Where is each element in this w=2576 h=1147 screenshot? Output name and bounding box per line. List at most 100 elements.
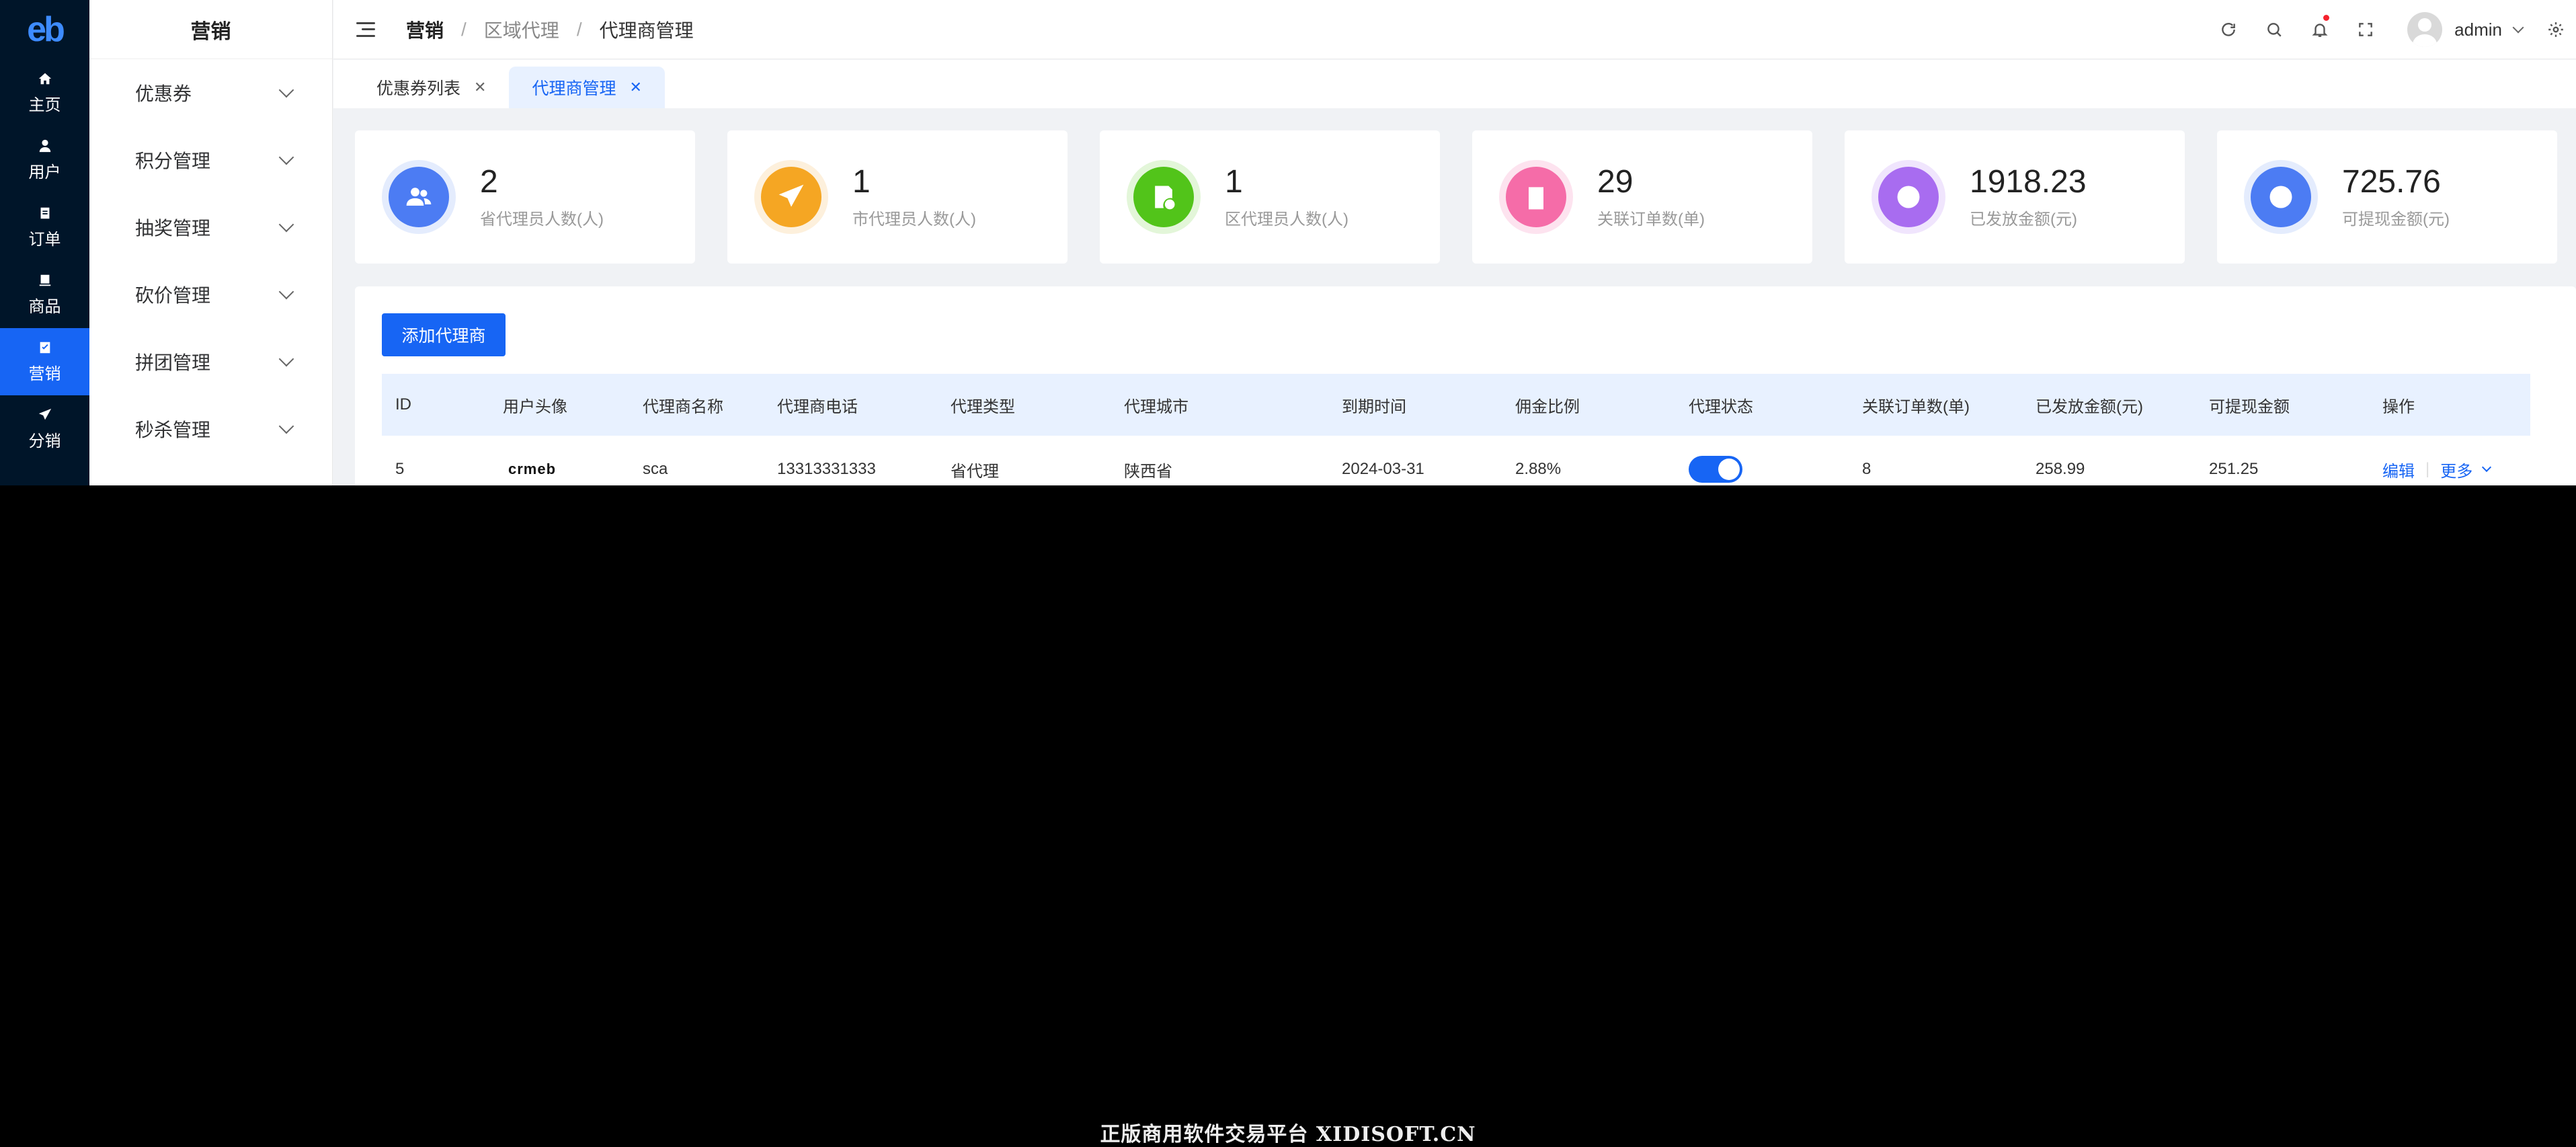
breadcrumb-item[interactable]: 区域代理: [484, 16, 559, 43]
cell-status: [1689, 436, 1742, 485]
rail-item-marketing[interactable]: 营销: [0, 328, 89, 395]
chevron-down-icon: [278, 418, 294, 434]
rail-item-goods[interactable]: 商品: [0, 261, 89, 328]
cell-agent-city: 陕西省: [1124, 462, 1172, 481]
stat-label: 可提现金额(元): [2342, 210, 2450, 229]
settings-gear-icon[interactable]: [2542, 0, 2569, 59]
tab-agent-management[interactable]: 代理商管理 ✕: [509, 67, 665, 108]
stat-value: 1918.23: [1970, 164, 2087, 200]
agent-status-toggle[interactable]: [1689, 456, 1742, 483]
users-icon: [389, 167, 449, 227]
submenu-item-label: 秒杀管理: [135, 420, 211, 440]
chevron-down-icon: [278, 216, 294, 233]
column-header: 关联订单数(单): [1862, 397, 1970, 416]
rail-item-order[interactable]: 订单: [0, 194, 89, 261]
stat-label: 市代理员人数(人): [852, 210, 976, 229]
submenu-item-bargain[interactable]: 砍价管理: [89, 261, 332, 328]
marketing-submenu: 营销 优惠券 积分管理 抽奖管理 砍价管理 拼团管理 秒杀管理: [89, 0, 333, 485]
rail-item-label: 营销: [28, 364, 61, 383]
avatar[interactable]: [2407, 12, 2443, 47]
yuan-coin-icon: [1878, 167, 1939, 227]
stat-card-city-agents: 1 市代理员人数(人): [727, 130, 1068, 264]
cell-agent-phone: 13313331333: [777, 460, 876, 478]
submenu-item-label: 积分管理: [135, 151, 211, 171]
more-dropdown[interactable]: 更多: [2440, 458, 2492, 481]
stat-label: 已发放金额(元): [1970, 210, 2077, 229]
watermark-text: 正版商用软件交易平台 XIDISOFT.CN: [1100, 1123, 1476, 1146]
breadcrumb-separator: /: [461, 18, 467, 40]
document-add-icon: [1133, 167, 1194, 227]
table-row: 5 crmeb sca 13313331333 省代理 陕西省 2024-03-…: [382, 436, 2530, 485]
search-icon[interactable]: [2251, 0, 2297, 59]
rail-item-label: 商品: [28, 297, 61, 316]
column-header: 代理状态: [1689, 397, 1753, 416]
user-icon: [38, 139, 52, 153]
column-header: 佣金比例: [1515, 397, 1580, 416]
stat-value: 2: [480, 164, 498, 200]
column-header: 代理商名称: [643, 397, 723, 416]
home-icon: [38, 71, 52, 86]
breadcrumb-item[interactable]: 营销: [406, 16, 444, 43]
rail-item-label: 订单: [28, 230, 61, 249]
app-logo[interactable]: eb: [0, 0, 89, 59]
edit-link[interactable]: 编辑: [2382, 458, 2415, 481]
stat-value: 1: [852, 164, 871, 200]
fullscreen-icon[interactable]: [2343, 0, 2388, 59]
more-label: 更多: [2440, 462, 2473, 481]
submenu-item-seckill[interactable]: 秒杀管理: [89, 395, 332, 463]
rail-item-label: 用户: [28, 163, 61, 182]
notification-dot: [2323, 15, 2330, 21]
submenu-item-group-buy[interactable]: 拼团管理: [89, 328, 332, 395]
stat-label: 关联订单数(单): [1597, 210, 1705, 229]
tab-coupon-list[interactable]: 优惠券列表 ✕: [354, 67, 509, 108]
submenu-item-points[interactable]: 积分管理: [89, 126, 332, 194]
rail-item-user[interactable]: 用户: [0, 126, 89, 194]
refresh-icon[interactable]: [2206, 0, 2251, 59]
username[interactable]: admin: [2454, 19, 2502, 40]
table-header: ID 用户头像 代理商名称 代理商电话 代理类型 代理城市 到期时间 佣金比例 …: [382, 374, 2530, 436]
column-header: ID: [395, 395, 411, 413]
marketing-icon: [38, 340, 52, 355]
close-icon[interactable]: ✕: [474, 79, 486, 96]
tab-label: 优惠券列表: [376, 79, 461, 98]
submenu-title: 营销: [89, 0, 332, 59]
stat-card-district-agents: 1 区代理员人数(人): [1100, 130, 1440, 264]
column-header: 用户头像: [503, 397, 567, 416]
goods-icon: [38, 273, 52, 288]
main-nav-rail: eb 主页 用户 订单 商品 营销 分销: [0, 0, 89, 485]
stat-value: 1: [1225, 164, 1243, 200]
submenu-item-lottery[interactable]: 抽奖管理: [89, 194, 332, 261]
yuan-refresh-icon: [2251, 167, 2311, 227]
page-tabs: 优惠券列表 ✕ 代理商管理 ✕: [333, 60, 2576, 108]
submenu-item-coupon[interactable]: 优惠券: [89, 59, 332, 126]
cell-withdrawable: 251.25: [2209, 460, 2259, 478]
header-actions: admin: [2206, 0, 2576, 59]
rail-item-label: 分销: [28, 432, 61, 450]
top-header: 营销 / 区域代理 / 代理商管理 admin: [333, 0, 2576, 59]
close-icon[interactable]: ✕: [629, 79, 641, 96]
rail-item-distribution[interactable]: 分销: [0, 395, 89, 463]
rail-item-home[interactable]: 主页: [0, 59, 89, 126]
stats-cards: 2 省代理员人数(人) 1 市代理员人数(人) 1 区代理员人数(人) 29 关联订单数…: [355, 130, 2557, 264]
breadcrumb: 营销 / 区域代理 / 代理商管理: [406, 16, 694, 43]
menu-toggle-icon[interactable]: [356, 22, 375, 37]
stat-card-paid-amount: 1918.23 已发放金额(元): [1845, 130, 2185, 264]
stat-icon-ring: [382, 160, 456, 234]
column-header: 已发放金额(元): [2036, 397, 2143, 416]
tab-label: 代理商管理: [532, 79, 616, 98]
breadcrumb-separator: /: [576, 18, 582, 40]
chevron-down-icon[interactable]: [2512, 22, 2524, 34]
column-header: 代理类型: [951, 397, 1015, 416]
clipboard-icon: [1506, 167, 1566, 227]
column-header: 代理商电话: [777, 397, 858, 416]
chevron-down-icon: [278, 149, 294, 165]
stat-icon-ring: [1127, 160, 1201, 234]
stat-label: 区代理员人数(人): [1225, 210, 1349, 229]
paper-plane-icon: [761, 167, 821, 227]
user-avatar: crmeb: [508, 461, 557, 477]
notification-bell-icon[interactable]: [2297, 0, 2343, 59]
stat-value: 725.76: [2342, 164, 2441, 200]
add-agent-button[interactable]: 添加代理商: [382, 313, 506, 356]
submenu-item-label: 拼团管理: [135, 352, 211, 373]
stat-icon-ring: [754, 160, 828, 234]
